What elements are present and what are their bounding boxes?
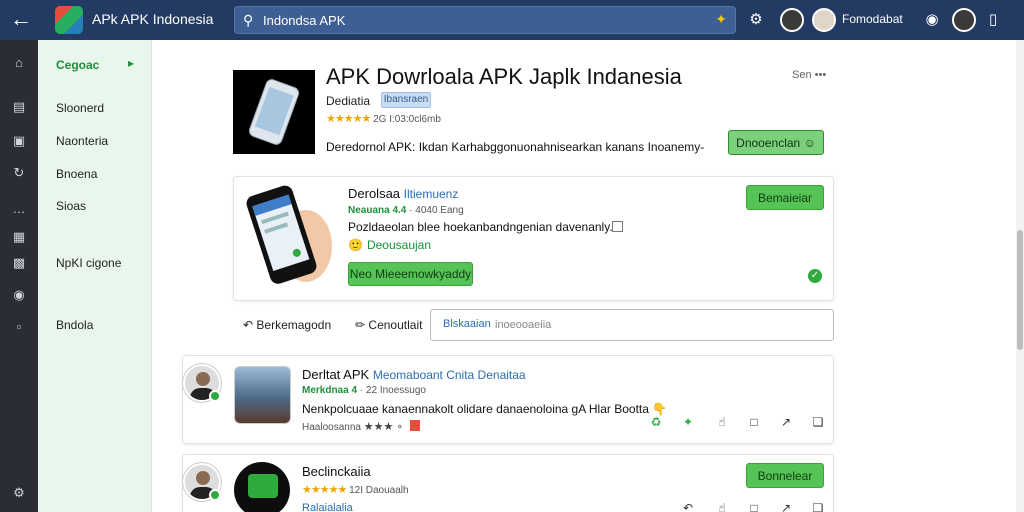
bookmark-icon[interactable]: □ <box>744 498 764 512</box>
comment-action[interactable]: ✏ Cenoutlait <box>355 318 422 332</box>
category-badge: Ibansraen <box>381 92 431 108</box>
app-logo-icon[interactable] <box>234 462 290 512</box>
post-meta: Merkdnaa 4 · 22 Inoessugo <box>302 385 426 396</box>
inbox-icon[interactable]: ▤ <box>10 98 28 116</box>
action-button[interactable]: Neo Mieeemowkyaddy <box>348 262 473 286</box>
install-button[interactable]: Bonnelear <box>746 463 824 488</box>
online-badge-icon <box>209 489 221 501</box>
app-subtitle[interactable]: Ralaialalia <box>302 502 353 512</box>
sidebar-item[interactable]: Naonteria <box>56 134 108 148</box>
sidebar: Cegoac ▸ Sloonerd Naonteria Bnoena Sioas… <box>38 40 152 512</box>
comment-input[interactable] <box>443 317 823 333</box>
download-button[interactable]: Dnooenclan ☺ <box>728 130 824 155</box>
share-out-icon[interactable]: ↗ <box>776 412 796 432</box>
status-line: 🙂 Deousaujan <box>348 238 432 252</box>
share-icon: ↶ <box>243 318 254 332</box>
share-action[interactable]: ↶ Berkemagodn <box>243 318 331 332</box>
star-rating-icon: ★★★★★ <box>302 484 347 496</box>
thumbs-up-icon[interactable]: ☝ <box>712 412 732 432</box>
copy-icon[interactable]: ❏ <box>808 498 828 512</box>
sidebar-item[interactable]: Bndola <box>56 318 93 332</box>
sidebar-item[interactable]: Sioas <box>56 199 86 213</box>
chart-icon[interactable]: ▦ <box>10 228 28 246</box>
sidebar-item[interactable]: Bnoena <box>56 167 97 181</box>
app-hero-image <box>233 70 315 154</box>
comment-icon: ✏ <box>355 318 366 332</box>
thumbs-up-icon[interactable]: ☝ <box>712 498 732 512</box>
smile-icon: 🙂 <box>348 238 363 252</box>
verified-check-icon: ✓ <box>808 269 822 283</box>
post-thumbnail[interactable] <box>234 366 291 424</box>
list-icon[interactable]: ▫ <box>10 318 28 336</box>
card-meta: Neauana 4.4 · 4040 Eang <box>348 205 464 216</box>
page-title: APK Dowrloala APK Japlk Indanesia <box>326 64 682 89</box>
app-rating: ★★★★★ 12I Daouaalh <box>302 484 409 496</box>
comment-tag: Blskaaian <box>443 318 491 330</box>
calendar-icon[interactable]: ▩ <box>10 254 28 272</box>
search-icon: ⚲ <box>243 12 254 28</box>
mic-icon[interactable]: ✦ <box>715 11 727 28</box>
chevron-right-icon[interactable]: ▸ <box>128 56 134 70</box>
app-title[interactable]: Beclinckaiia <box>302 464 371 479</box>
online-badge-icon <box>209 390 221 402</box>
search-bar[interactable]: ⚲ ✦ <box>234 6 736 34</box>
notification-icon[interactable]: ◉ <box>922 10 942 30</box>
refresh-icon[interactable]: ↻ <box>10 164 28 182</box>
sidebar-header[interactable]: Cegoac <box>56 58 99 72</box>
flag-icon <box>410 420 421 431</box>
camera-icon[interactable]: ◉ <box>10 286 28 304</box>
comment-box[interactable]: Blskaaian <box>430 309 834 341</box>
star-rating-icon: ★★★★★ <box>326 113 371 125</box>
bookmark-icon[interactable]: □ <box>744 412 764 432</box>
sidebar-item[interactable]: Sloonerd <box>56 101 104 115</box>
box-icon[interactable]: ▣ <box>10 132 28 150</box>
username[interactable]: Fomodabat <box>842 12 903 26</box>
install-button[interactable]: Bemaieiar <box>746 185 824 210</box>
top-bar: ← APk APK Indonesia ⚲ ✦ ⚙ Fomodabat ◉ ▯ <box>0 0 1024 40</box>
gear-icon[interactable]: ⚙ <box>746 10 766 30</box>
user-avatar-icon[interactable] <box>780 8 804 32</box>
icon-rail: ⌂ ▤ ▣ ↻ … ▦ ▩ ◉ ▫ ⚙ <box>0 40 38 512</box>
post-footer: Haaloosanna ★★★ ∘ <box>302 420 421 433</box>
post-title[interactable]: Derltat APK Meomaboant Cnita Denaitaa <box>302 367 526 382</box>
more-menu[interactable]: Sen ••• <box>792 69 826 81</box>
app-title: APk APK Indonesia <box>92 11 214 27</box>
checkbox[interactable] <box>612 221 623 232</box>
post-description: Nenkpolcuaae kanaennakolt olidare danaen… <box>302 402 668 416</box>
back-arrow-icon[interactable]: ← <box>10 8 34 32</box>
search-input[interactable] <box>263 10 683 30</box>
app-logo-icon <box>55 6 83 34</box>
share-icon[interactable]: ↶ <box>678 498 698 512</box>
profile-avatar-icon[interactable] <box>812 8 836 32</box>
phone-illustration <box>236 176 332 290</box>
phone-icon[interactable]: ▯ <box>983 10 1003 30</box>
star-rating-icon: ★★★ ∘ <box>363 421 404 433</box>
share-out-icon[interactable]: ↗ <box>776 498 796 512</box>
copy-icon[interactable]: ❏ <box>808 412 828 432</box>
recycle-icon[interactable]: ♻ <box>646 412 666 432</box>
sidebar-item[interactable]: NpKI cigone <box>56 256 121 270</box>
scrollbar-thumb[interactable] <box>1017 230 1023 350</box>
card-description: Pozldaeolan blee hoekanbandngenian daven… <box>348 220 613 234</box>
account-avatar-icon[interactable] <box>952 8 976 32</box>
card-title[interactable]: Derolsaa Iltiemuenz <box>348 186 458 201</box>
star-outline-icon[interactable]: ✦ <box>678 412 698 432</box>
home-icon[interactable]: ⌂ <box>10 54 28 72</box>
hero-rating: ★★★★★ 2G I:03:0cl6mb <box>326 113 441 125</box>
developer-name[interactable]: Dediatia <box>326 94 370 108</box>
scrollbar[interactable] <box>1016 40 1024 512</box>
more-dots-icon[interactable]: … <box>10 200 28 218</box>
settings-icon[interactable]: ⚙ <box>10 484 28 502</box>
hero-description: Deredornol APK: Ikdan Karhabggonuonahnis… <box>326 140 705 154</box>
